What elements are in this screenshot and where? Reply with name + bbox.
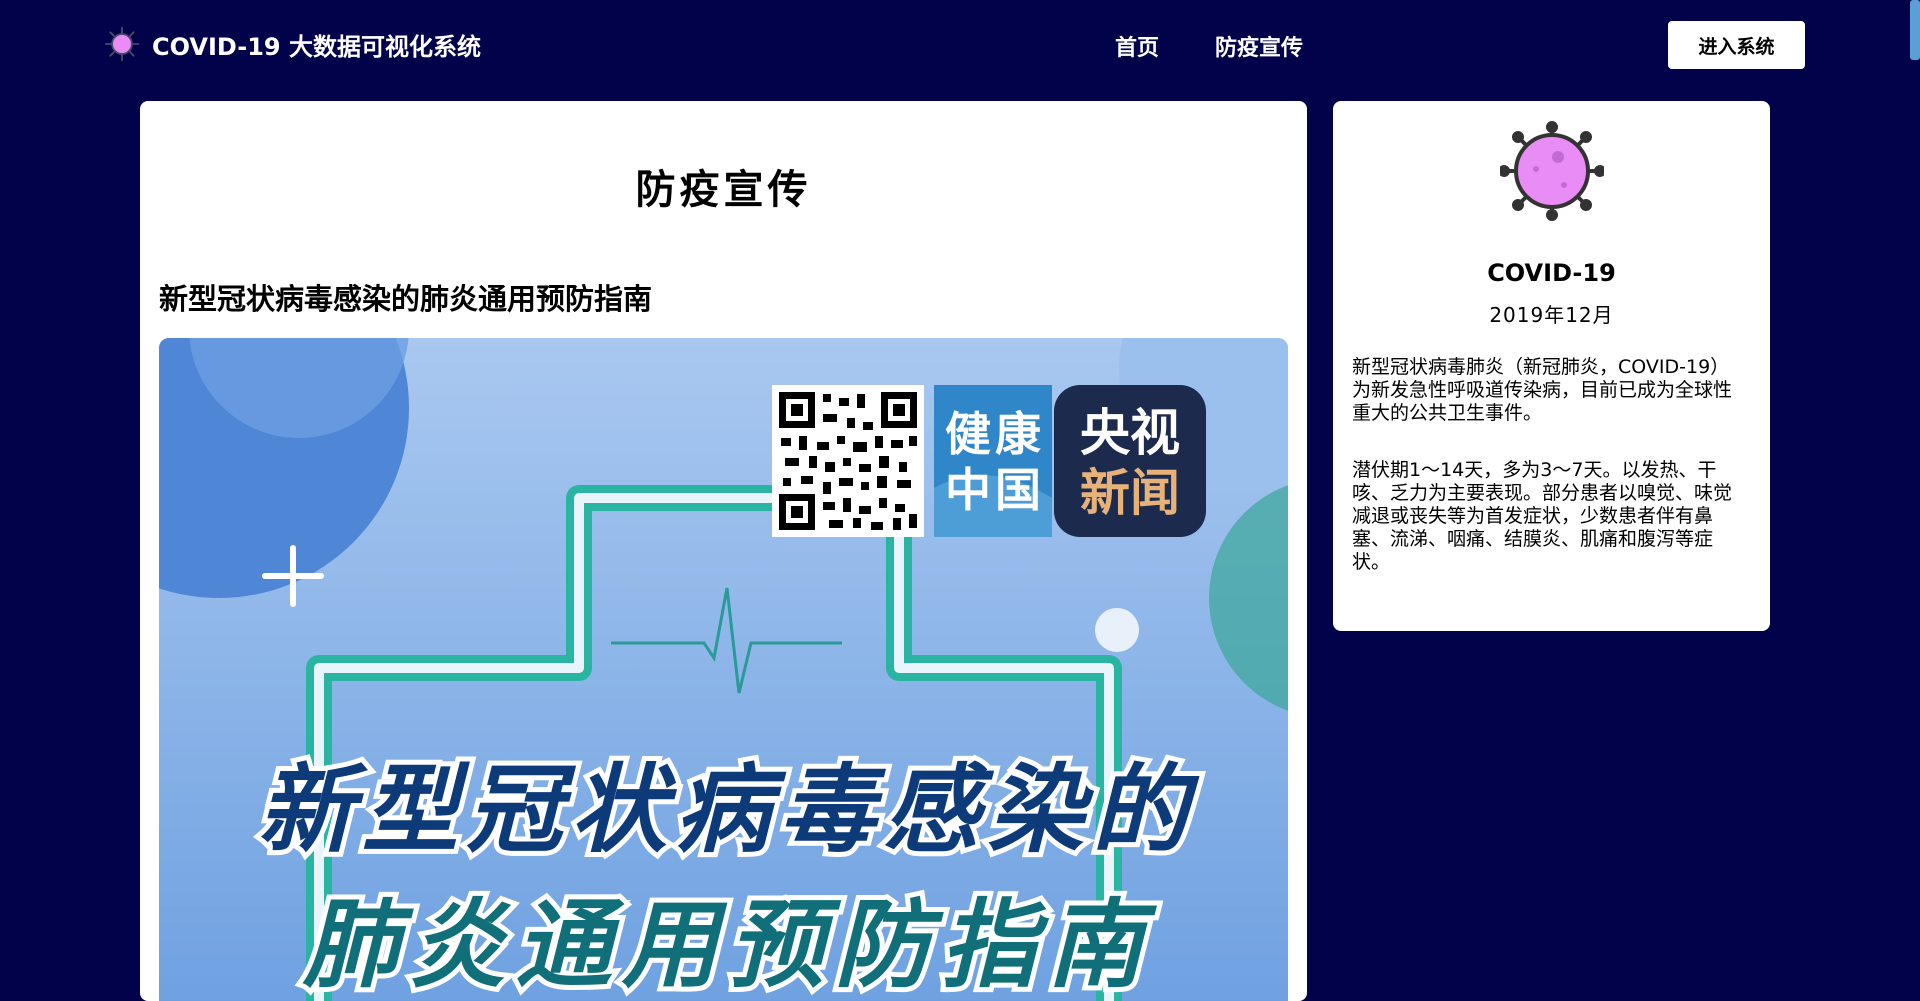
virus-icon [1500, 121, 1604, 221]
svg-text:央视: 央视 [1080, 404, 1180, 462]
scrollbar-thumb[interactable] [1910, 0, 1920, 60]
article-poster-image: 健康 中国 央视 新闻 新型冠状病毒感染的 肺炎通用预防指南 [159, 338, 1288, 1001]
enter-system-button[interactable]: 进入系统 [1668, 21, 1805, 69]
nav-link-home[interactable]: 首页 [1115, 30, 1159, 62]
article-title: 新型冠状病毒感染的肺炎通用预防指南 [159, 282, 653, 316]
svg-text:肺炎通用预防指南: 肺炎通用预防指南 [302, 889, 1158, 1001]
nav-item-propaganda[interactable]: 防疫宣传 [1215, 30, 1303, 62]
covid-info-card: COVID-19 2019年12月 新型冠状病毒肺炎（新冠肺炎，COVID-19… [1333, 101, 1770, 631]
top-navbar: COVID-19 大数据可视化系统 首页 防疫宣传 进入系统 [0, 0, 1920, 92]
poster-headline: 新型冠状病毒感染的 [258, 754, 1200, 866]
nav-link-propaganda[interactable]: 防疫宣传 [1215, 30, 1303, 62]
disease-name: COVID-19 [1487, 259, 1616, 287]
nav-item-home[interactable]: 首页 [1115, 30, 1159, 62]
qr-code-icon [772, 385, 924, 537]
main-content-card: 防疫宣传 新型冠状病毒感染的肺炎通用预防指南 健康 中国 央视 新闻 新型冠状病… [140, 101, 1307, 1001]
brand[interactable]: COVID-19 大数据可视化系统 [104, 26, 481, 62]
page-title: 防疫宣传 [635, 167, 812, 213]
outbreak-date: 2019年12月 [1489, 303, 1614, 327]
virus-icon [104, 26, 140, 62]
svg-text:新闻: 新闻 [1080, 464, 1180, 522]
intro-paragraph: 新型冠状病毒肺炎（新冠肺炎，COVID-19）为新发急性呼吸道传染病，目前已成为… [1352, 356, 1733, 424]
symptoms-paragraph: 潜伏期1～14天，多为3～7天。以发热、干咳、乏力为主要表现。部分患者以嗅觉、味… [1352, 459, 1733, 573]
app-title: COVID-19 大数据可视化系统 [152, 32, 481, 61]
